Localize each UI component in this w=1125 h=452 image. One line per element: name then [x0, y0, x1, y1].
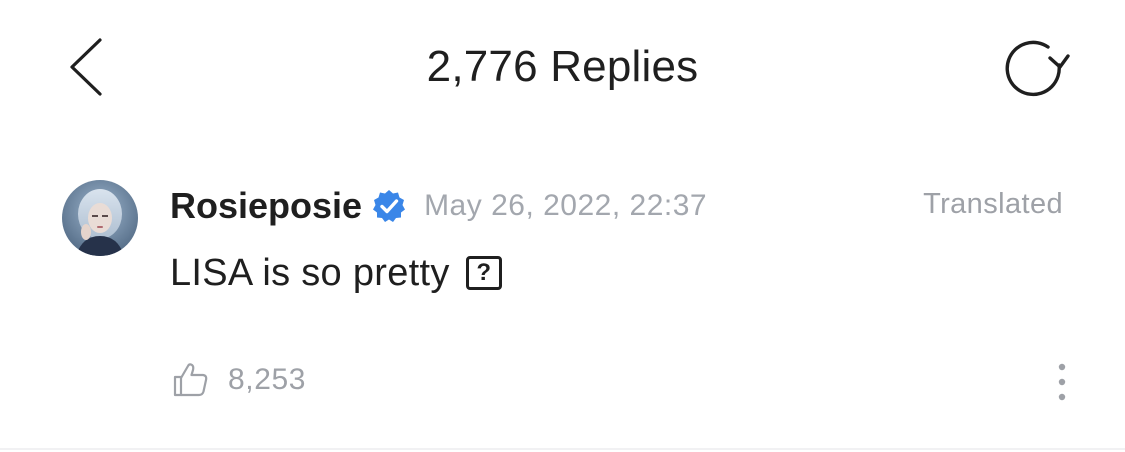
refresh-icon [1005, 40, 1070, 97]
divider [0, 448, 1125, 450]
comment-body: LISA is so pretty ? [170, 250, 502, 296]
avatar[interactable] [62, 180, 138, 256]
like-count: 8,253 [228, 363, 307, 396]
thumbs-up-icon [173, 363, 208, 397]
username[interactable]: Rosieposie [170, 185, 362, 227]
comment-item: Rosieposie May 26, 2022, 22:37 Translate… [0, 170, 1125, 430]
more-options-button[interactable] [1048, 358, 1076, 406]
translated-label[interactable]: Translated [923, 188, 1063, 221]
comment-timestamp: May 26, 2022, 22:37 [424, 189, 708, 222]
unsupported-character-box: ? [465, 256, 502, 290]
refresh-button[interactable] [998, 36, 1070, 100]
page-title: 2,776 Replies [426, 42, 699, 91]
header: 2,776 Replies [0, 0, 1125, 140]
like-button[interactable]: 8,253 [172, 360, 306, 400]
comment-text: LISA is so pretty [170, 251, 450, 294]
more-vertical-icon [1058, 363, 1066, 401]
comment-meta: Rosieposie May 26, 2022, 22:37 [170, 184, 707, 228]
verified-badge-icon [372, 189, 406, 223]
